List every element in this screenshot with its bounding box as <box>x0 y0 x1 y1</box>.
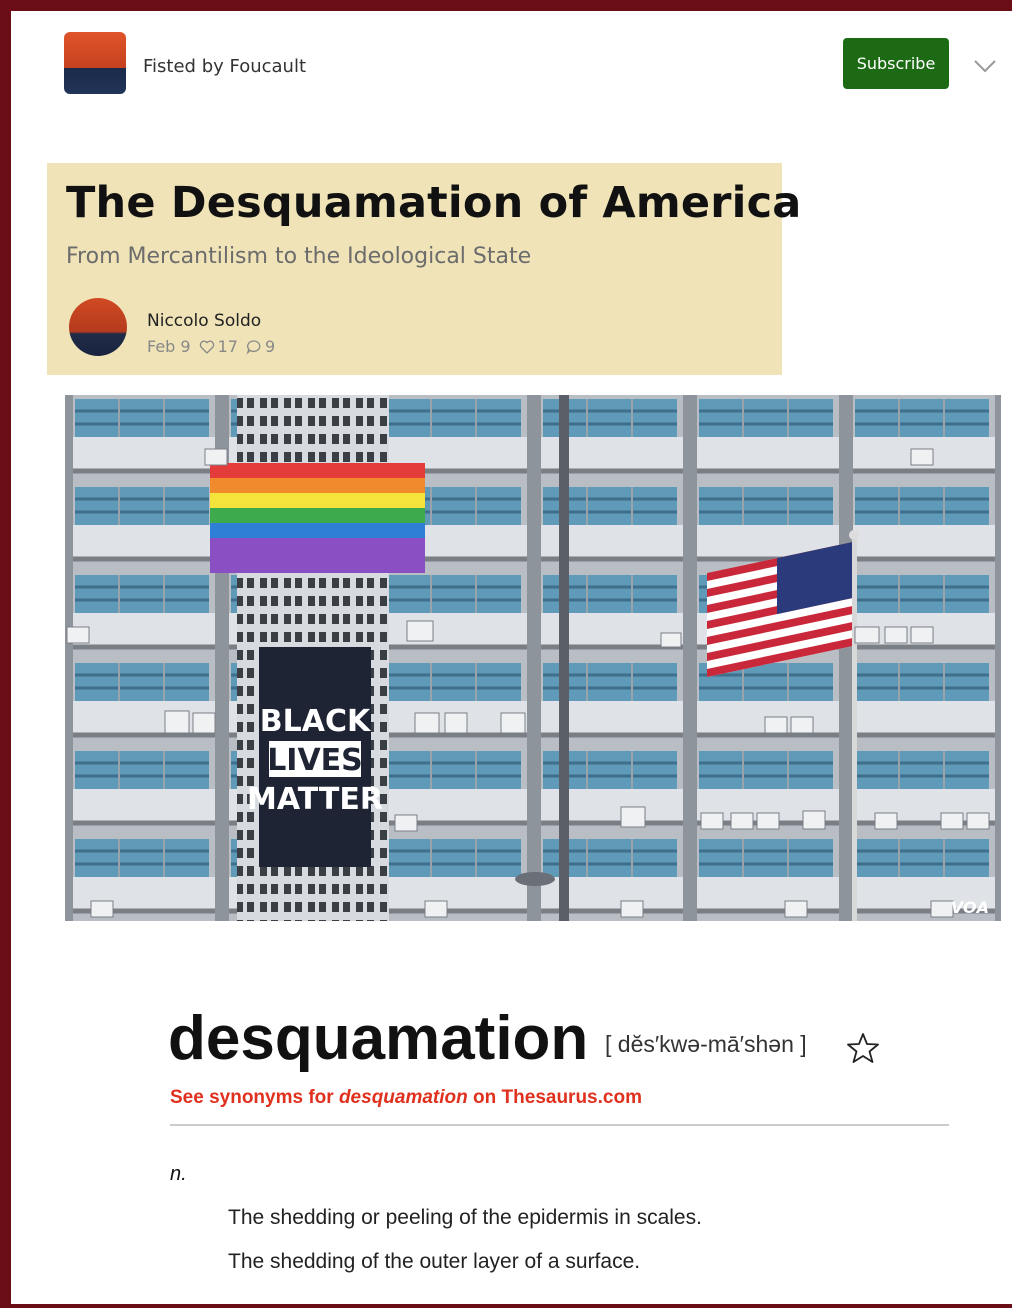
dictionary-headword: desquamation <box>168 1004 589 1073</box>
comment-button[interactable]: 9 <box>246 337 275 356</box>
banner-line-1: BLACK <box>260 704 372 739</box>
chevron-down-icon[interactable] <box>971 52 999 80</box>
photo-watermark: VOA <box>951 898 989 917</box>
synonyms-suffix: on Thesaurus.com <box>467 1087 642 1108</box>
publication-name[interactable]: Fisted by Foucault <box>143 56 306 77</box>
author-name[interactable]: Niccolo Soldo <box>147 311 261 331</box>
embassy-photo: BLACK LIVES MATTER VOA <box>65 395 1001 921</box>
definition-item: The shedding of the outer layer of a sur… <box>228 1250 641 1273</box>
pronunciation: [ dĕs′kwə-mā′shən ] <box>605 1031 807 1057</box>
hero-image[interactable]: BLACK LIVES MATTER VOA <box>65 395 1001 921</box>
synonyms-prefix: See synonyms for <box>170 1087 339 1108</box>
subscribe-button[interactable]: Subscribe <box>843 38 949 89</box>
post-meta: Feb 9 17 9 <box>147 337 275 356</box>
comment-count: 9 <box>264 337 276 356</box>
synonyms-link[interactable]: See synonyms for desquamation on Thesaur… <box>170 1087 642 1109</box>
comment-icon <box>246 339 261 355</box>
heart-icon <box>199 340 214 354</box>
like-button[interactable]: 17 <box>199 337 238 356</box>
publication-logo[interactable] <box>64 32 126 94</box>
definition-item: The shedding or peeling of the epidermis… <box>228 1206 702 1229</box>
banner-line-2: LIVES <box>267 743 363 778</box>
banner-line-3: MATTER <box>247 782 383 817</box>
like-count: 17 <box>217 337 238 356</box>
star-icon[interactable] <box>846 1031 880 1065</box>
avatar[interactable] <box>69 298 127 356</box>
top-bar: Fisted by Foucault Subscribe <box>0 0 1012 110</box>
post-title: The Desquamation of America <box>66 178 802 228</box>
part-of-speech: n. <box>170 1163 187 1185</box>
synonyms-word: desquamation <box>338 1087 468 1108</box>
post-subtitle: From Mercantilism to the Ideological Sta… <box>66 244 532 269</box>
post-date: Feb 9 <box>147 337 191 356</box>
divider <box>170 1124 949 1126</box>
